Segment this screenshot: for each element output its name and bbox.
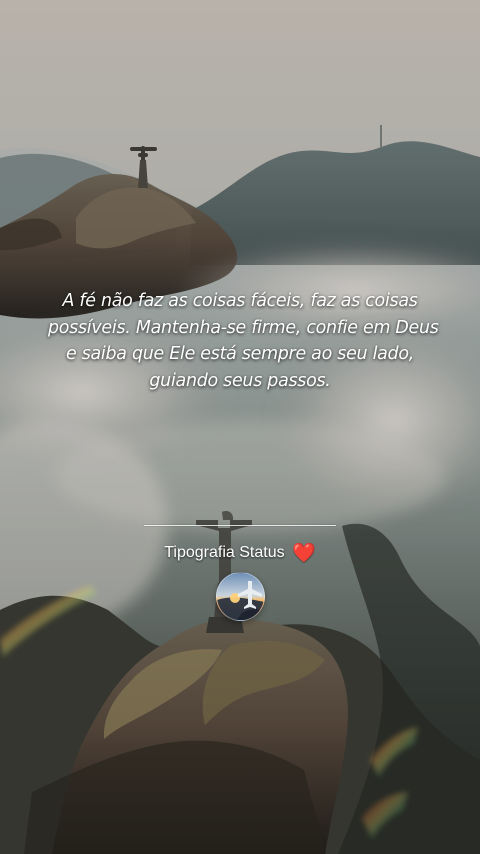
quote-line: e saiba que Ele está sempre ao seu lado, bbox=[65, 344, 415, 364]
quote-line: guiando seus passos. bbox=[149, 370, 331, 391]
attribution: Tipografia Status ❤️ bbox=[132, 541, 348, 565]
background-photo bbox=[0, 0, 480, 854]
quote-text: A fé não faz as coisas fáceis, faz as co… bbox=[48, 288, 439, 394]
airplane-sunset-icon bbox=[217, 581, 264, 620]
avatar bbox=[216, 572, 265, 621]
heart-icon: ❤️ bbox=[292, 543, 316, 564]
quote-line: possíveis. Mantenha-se firme, confie em … bbox=[48, 317, 439, 338]
status-card: A fé não faz as coisas fáceis, faz as co… bbox=[0, 0, 480, 854]
attribution-divider bbox=[144, 525, 336, 526]
attribution-label: Tipografia Status bbox=[164, 544, 285, 561]
quote-line: A fé não faz as coisas fáceis, faz as co… bbox=[62, 291, 418, 311]
